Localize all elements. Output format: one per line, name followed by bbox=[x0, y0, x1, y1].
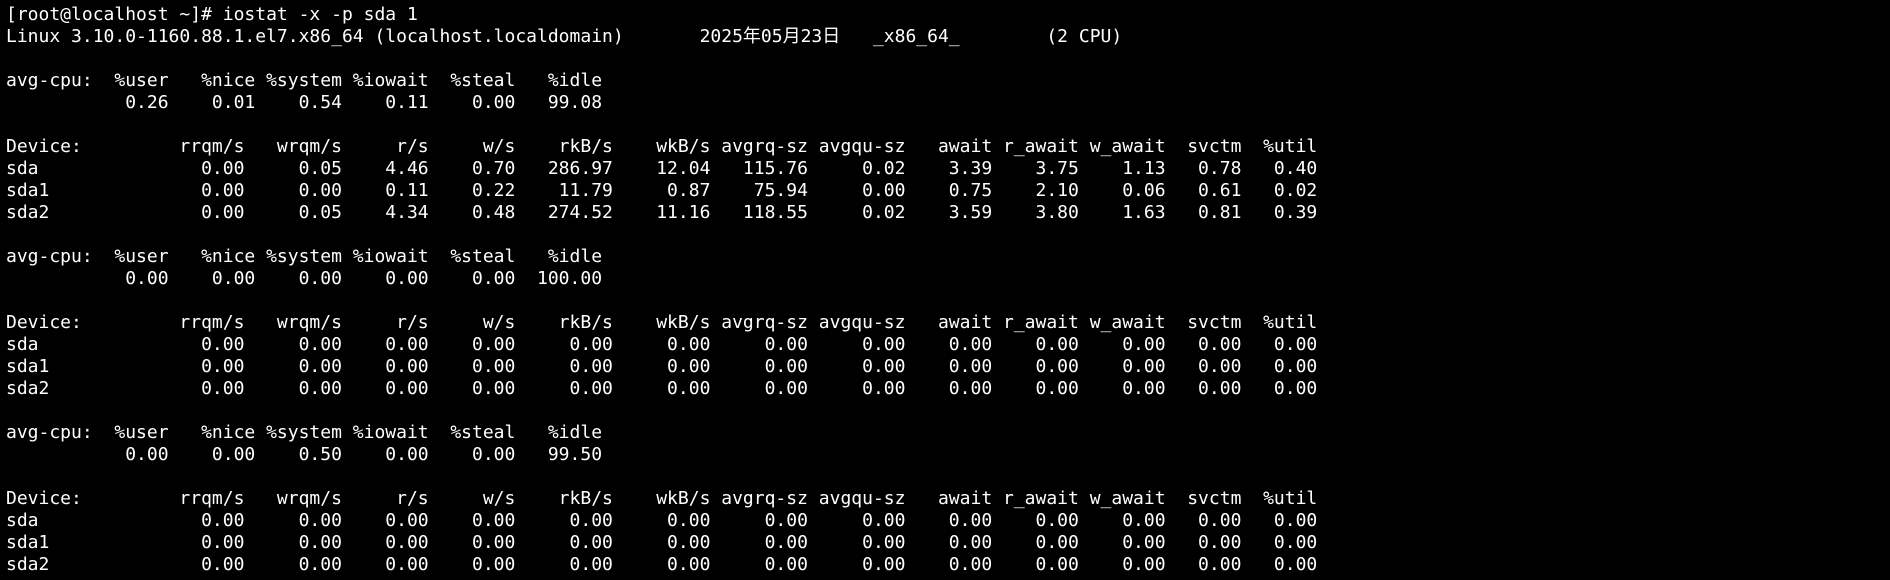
terminal-output: [root@localhost ~]# iostat -x -p sda 1 Li… bbox=[6, 4, 1890, 576]
terminal-line: avg-cpu: %user %nice %system %iowait %st… bbox=[6, 246, 603, 267]
command-line: [root@localhost ~]# iostat -x -p sda 1 bbox=[6, 4, 418, 25]
terminal-line: 0.00 0.00 0.50 0.00 0.00 99.50 bbox=[6, 444, 603, 465]
terminal-window[interactable]: [root@localhost ~]# iostat -x -p sda 1 Li… bbox=[0, 0, 1890, 580]
terminal-line: 0.00 0.00 0.00 0.00 0.00 100.00 bbox=[6, 268, 603, 289]
terminal-line: sda2 0.00 0.00 0.00 0.00 0.00 0.00 0.00 … bbox=[6, 378, 1318, 399]
terminal-line: sda1 0.00 0.00 0.00 0.00 0.00 0.00 0.00 … bbox=[6, 356, 1318, 377]
terminal-line: sda 0.00 0.00 0.00 0.00 0.00 0.00 0.00 0… bbox=[6, 510, 1318, 531]
terminal-line: Device: rrqm/s wrqm/s r/s w/s rkB/s wkB/… bbox=[6, 136, 1318, 157]
terminal-line: avg-cpu: %user %nice %system %iowait %st… bbox=[6, 422, 603, 443]
terminal-line: sda2 0.00 0.05 4.34 0.48 274.52 11.16 11… bbox=[6, 202, 1318, 223]
terminal-line: sda1 0.00 0.00 0.00 0.00 0.00 0.00 0.00 … bbox=[6, 532, 1318, 553]
terminal-line: Device: rrqm/s wrqm/s r/s w/s rkB/s wkB/… bbox=[6, 312, 1318, 333]
terminal-line: sda 0.00 0.00 0.00 0.00 0.00 0.00 0.00 0… bbox=[6, 334, 1318, 355]
terminal-line: Linux 3.10.0-1160.88.1.el7.x86_64 (local… bbox=[6, 26, 1123, 47]
terminal-line: sda2 0.00 0.00 0.00 0.00 0.00 0.00 0.00 … bbox=[6, 554, 1318, 575]
terminal-line: avg-cpu: %user %nice %system %iowait %st… bbox=[6, 70, 603, 91]
terminal-line: sda 0.00 0.05 4.46 0.70 286.97 12.04 115… bbox=[6, 158, 1318, 179]
terminal-line: 0.26 0.01 0.54 0.11 0.00 99.08 bbox=[6, 92, 603, 113]
terminal-line: Device: rrqm/s wrqm/s r/s w/s rkB/s wkB/… bbox=[6, 488, 1318, 509]
terminal-line: sda1 0.00 0.00 0.11 0.22 11.79 0.87 75.9… bbox=[6, 180, 1318, 201]
